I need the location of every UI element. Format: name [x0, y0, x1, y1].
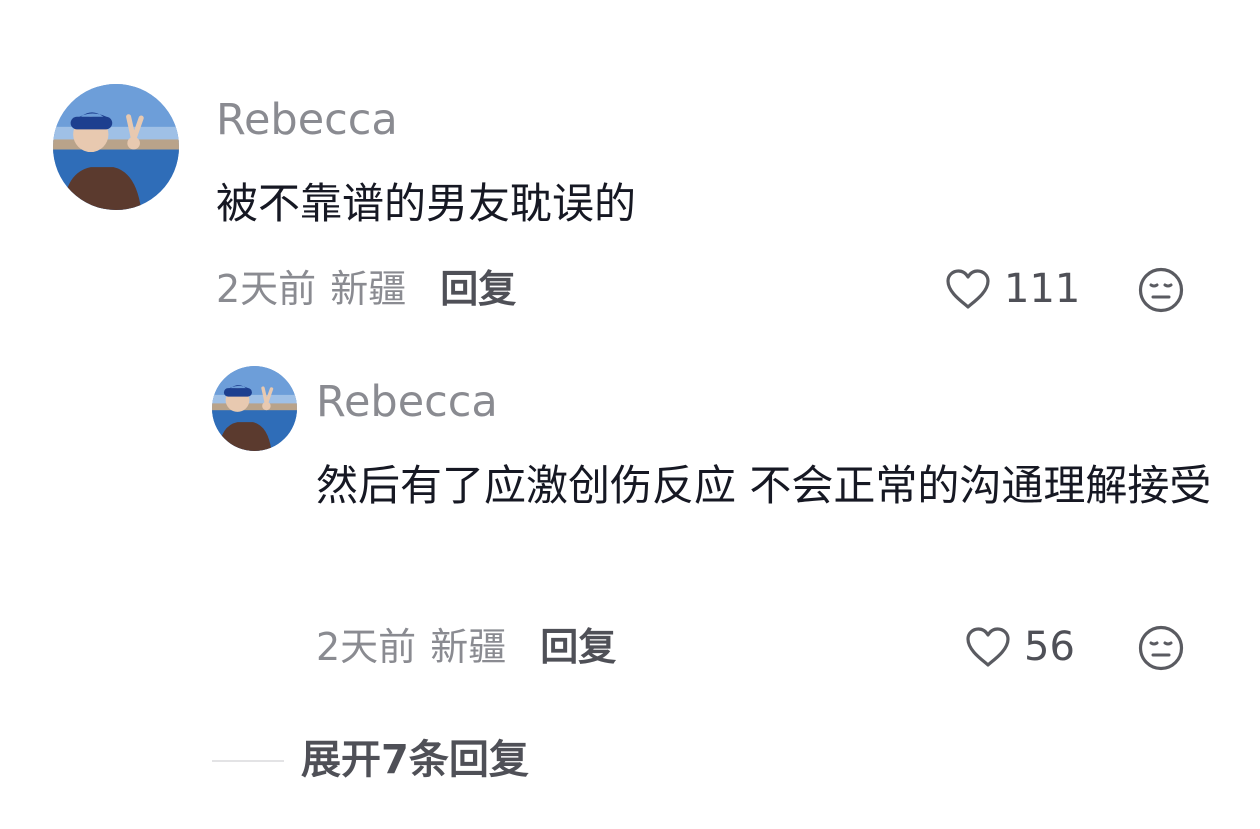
reply-button[interactable]: 回复 — [440, 264, 516, 314]
like-button[interactable]: 56 — [964, 622, 1075, 672]
reply-button[interactable]: 回复 — [540, 622, 616, 672]
like-count: 56 — [1024, 624, 1075, 670]
heart-outline-icon — [946, 269, 990, 309]
comment-time: 2天前 — [216, 267, 317, 311]
reply-text: 然后有了应激创伤反应 不会正常的沟通理解接受 — [316, 461, 1212, 510]
reply-meta: 2天前 新疆 回复 — [316, 622, 616, 672]
reply-time: 2天前 — [316, 625, 417, 669]
expand-divider — [212, 760, 284, 762]
avatar[interactable] — [53, 84, 179, 210]
comment-text: 被不靠谱的男友耽误的 — [216, 179, 637, 228]
comment-location: 新疆 — [330, 267, 407, 311]
like-count: 111 — [1004, 266, 1081, 312]
avatar[interactable] — [212, 366, 297, 451]
expand-replies-button[interactable]: 展开7条回复 — [301, 733, 529, 787]
comment-meta: 2天前 新疆 回复 — [216, 264, 516, 314]
reply-username[interactable]: Rebecca — [316, 374, 498, 430]
comment-username[interactable]: Rebecca — [216, 92, 398, 148]
meh-face-icon[interactable] — [1137, 624, 1185, 672]
reply-location: 新疆 — [430, 625, 507, 669]
heart-outline-icon — [966, 627, 1010, 667]
like-button[interactable]: 111 — [944, 264, 1080, 314]
meh-face-icon[interactable] — [1137, 266, 1185, 314]
